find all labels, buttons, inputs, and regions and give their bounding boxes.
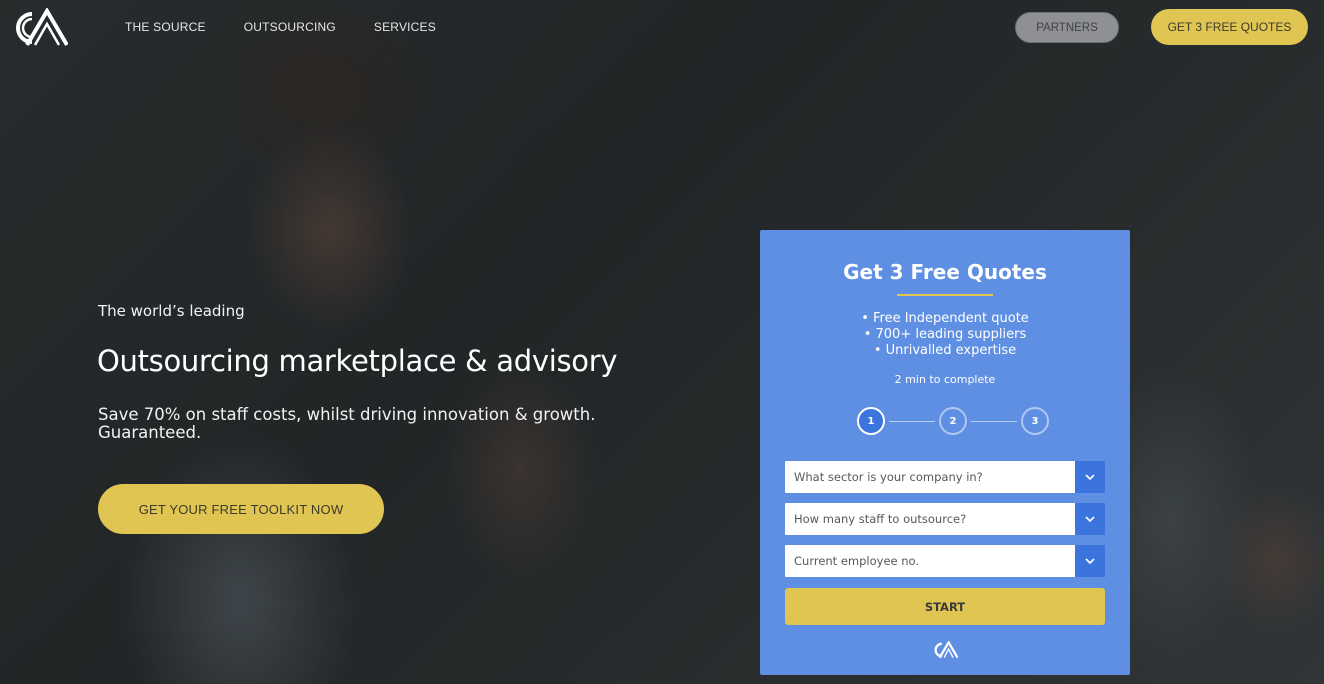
- step-connector: [889, 420, 935, 422]
- site-header: THE SOURCE OUTSOURCING SERVICES PARTNERS…: [0, 0, 1324, 54]
- ca-logo-icon: [16, 7, 69, 47]
- employee-number-select[interactable]: Current employee no.: [785, 545, 1105, 577]
- step-2: 2: [939, 407, 967, 435]
- chevron-down-icon[interactable]: [1075, 461, 1105, 493]
- sector-select[interactable]: What sector is your company in?: [785, 461, 1105, 493]
- sector-select-placeholder: What sector is your company in?: [794, 470, 983, 484]
- benefit-item: • Free Independent quote: [861, 311, 1029, 326]
- hero-subline: Save 70% on staff costs, whilst driving …: [98, 405, 596, 442]
- quote-form-card: Get 3 Free Quotes • Free Independent quo…: [760, 230, 1130, 675]
- step-1: 1: [857, 407, 885, 435]
- chevron-down-icon[interactable]: [1075, 545, 1105, 577]
- ca-logo-icon: [934, 641, 958, 659]
- time-note: 2 min to complete: [894, 373, 996, 386]
- hero-kicker: The world’s leading: [98, 302, 245, 320]
- chevron-down-icon[interactable]: [1075, 503, 1105, 535]
- staff-count-select[interactable]: How many staff to outsource?: [785, 503, 1105, 535]
- nav-outsourcing[interactable]: OUTSOURCING: [244, 20, 336, 34]
- quote-form-title: Get 3 Free Quotes: [843, 260, 1047, 284]
- nav-services[interactable]: SERVICES: [374, 20, 436, 34]
- main-nav: THE SOURCE OUTSOURCING SERVICES: [125, 20, 436, 34]
- get-quotes-button[interactable]: GET 3 FREE QUOTES: [1151, 9, 1308, 45]
- title-underline: [897, 294, 993, 296]
- step-connector: [971, 420, 1017, 422]
- benefit-item: • 700+ leading suppliers: [863, 327, 1027, 342]
- hero-headline: Outsourcing marketplace & advisory: [97, 344, 618, 378]
- step-3: 3: [1021, 407, 1049, 435]
- partners-button[interactable]: PARTNERS: [1015, 12, 1119, 43]
- start-button[interactable]: START: [785, 588, 1105, 625]
- staff-count-select-placeholder: How many staff to outsource?: [794, 512, 967, 526]
- logo-link[interactable]: [10, 7, 69, 48]
- benefit-item: • Unrivalled expertise: [873, 343, 1017, 358]
- step-indicator: 1 2 3: [857, 407, 1049, 435]
- free-toolkit-button[interactable]: GET YOUR FREE TOOLKIT NOW: [98, 484, 384, 534]
- benefit-list: • Free Independent quote • 700+ leading …: [760, 311, 1130, 359]
- nav-the-source[interactable]: THE SOURCE: [125, 20, 206, 34]
- employee-number-select-placeholder: Current employee no.: [794, 554, 920, 568]
